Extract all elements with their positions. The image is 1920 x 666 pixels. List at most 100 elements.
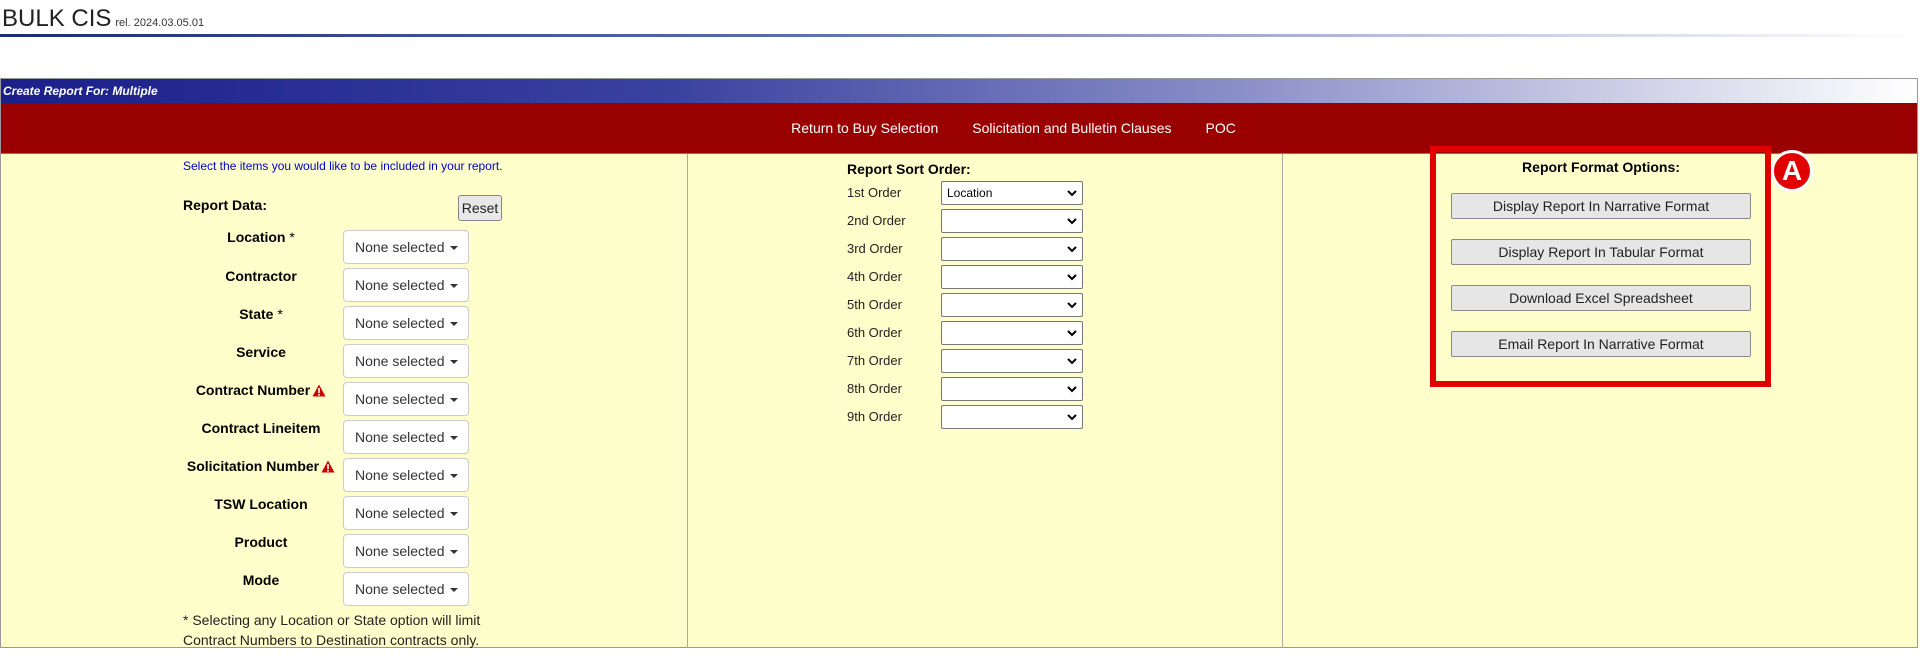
sort-order-9-select[interactable] [941,405,1083,429]
field-label-text: Service [236,344,286,360]
multiselect-value: None selected [355,353,445,369]
field-label-state: State * [181,306,341,322]
mode-multiselect[interactable]: None selected [343,572,469,606]
state-multiselect[interactable]: None selected [343,306,469,340]
app-name: BULK CIS [2,5,112,32]
app-release: rel. 2024.03.05.01 [115,17,205,29]
chevron-down-icon [1067,330,1077,337]
nav-link-solicitation-clauses[interactable]: Solicitation and Bulletin Clauses [972,120,1171,136]
sort-label-9: 9th Order [847,409,902,424]
sort-label-5: 5th Order [847,297,902,312]
app-title: BULK CIS rel. 2024.03.05.01 [2,5,204,33]
sort-order-title: Report Sort Order: [847,161,971,177]
sort-order-4-select[interactable] [941,265,1083,289]
location-multiselect[interactable]: None selected [343,230,469,264]
sort-label-7: 7th Order [847,353,902,368]
caret-down-icon [449,512,458,516]
panel-title: Create Report For: Multiple [1,79,1917,103]
field-label-contract-lineitem: Contract Lineitem [181,420,341,436]
chevron-down-icon [1067,218,1077,225]
caret-down-icon [449,246,458,250]
field-label-mode: Mode [181,572,341,588]
column-divider [1282,154,1283,648]
footnote: * Selecting any Location or State option… [183,610,480,650]
multiselect-value: None selected [355,315,445,331]
nav-link-poc[interactable]: POC [1205,120,1235,136]
chevron-down-icon [1067,274,1077,281]
field-label-text: Solicitation Number [186,458,320,474]
sort-order-1-select[interactable]: Location [941,181,1083,205]
field-label-text: State [239,306,274,322]
caret-down-icon [449,360,458,364]
caret-down-icon [449,588,458,592]
multiselect-value: None selected [355,581,445,597]
chevron-down-icon [1067,386,1077,393]
sort-order-2-select[interactable] [941,209,1083,233]
chevron-down-icon [1067,190,1077,197]
multiselect-value: None selected [355,277,445,293]
service-multiselect[interactable]: None selected [343,344,469,378]
field-label-text: Contract Number [195,382,311,398]
sort-order-6-select[interactable] [941,321,1083,345]
instructions-text: Select the items you would like to be in… [183,159,503,173]
field-label-contract-number: Contract Number [181,382,341,400]
field-label-text: Contractor [225,268,297,284]
caret-down-icon [449,322,458,326]
caret-down-icon [449,436,458,440]
required-marker: * [289,229,295,245]
sort-select-value: Location [947,186,993,200]
sort-order-7-select[interactable] [941,349,1083,373]
field-label-contractor: Contractor [181,268,341,284]
warning-icon [312,384,326,400]
caret-down-icon [449,474,458,478]
field-label-product: Product [181,534,341,550]
reset-button[interactable]: Reset [458,195,502,221]
annotation-badge: A [1771,150,1813,192]
field-label-text: Contract Lineitem [201,420,321,436]
sort-label-6: 6th Order [847,325,902,340]
multiselect-value: None selected [355,391,445,407]
solicitation-number-multiselect[interactable]: None selected [343,458,469,492]
required-marker: * [277,306,283,322]
annotation-highlight-box [1430,146,1771,387]
tsw-location-multiselect[interactable]: None selected [343,496,469,530]
field-label-text: Mode [242,572,280,588]
chevron-down-icon [1067,246,1077,253]
contract-number-multiselect[interactable]: None selected [343,382,469,416]
product-multiselect[interactable]: None selected [343,534,469,568]
warning-icon [321,460,335,476]
contract-lineitem-multiselect[interactable]: None selected [343,420,469,454]
field-label-solicitation-number: Solicitation Number [181,458,341,476]
caret-down-icon [449,284,458,288]
field-label-text: Location [227,229,286,245]
sort-label-4: 4th Order [847,269,902,284]
multiselect-value: None selected [355,467,445,483]
app-header: BULK CIS rel. 2024.03.05.01 [0,0,1920,40]
chevron-down-icon [1067,414,1077,421]
sort-order-3-select[interactable] [941,237,1083,261]
sort-label-3: 3rd Order [847,241,903,256]
header-divider [0,34,1920,37]
field-label-location: Location * [181,229,341,245]
nav-link-return-to-buy-selection[interactable]: Return to Buy Selection [791,120,938,136]
multiselect-value: None selected [355,505,445,521]
field-label-service: Service [181,344,341,360]
contractor-multiselect[interactable]: None selected [343,268,469,302]
field-label-text: TSW Location [214,496,308,512]
multiselect-value: None selected [355,239,445,255]
sort-order-5-select[interactable] [941,293,1083,317]
sort-order-8-select[interactable] [941,377,1083,401]
sort-label-2: 2nd Order [847,213,906,228]
footnote-line: Contract Numbers to Destination contract… [183,632,480,648]
field-label-tsw-location: TSW Location [181,496,341,512]
column-divider [687,154,688,648]
sort-label-8: 8th Order [847,381,902,396]
chevron-down-icon [1067,302,1077,309]
report-data-label: Report Data: [183,197,268,213]
field-label-text: Product [234,534,288,550]
chevron-down-icon [1067,358,1077,365]
caret-down-icon [449,550,458,554]
multiselect-value: None selected [355,429,445,445]
footnote-line: * Selecting any Location or State option… [183,612,481,628]
caret-down-icon [449,398,458,402]
